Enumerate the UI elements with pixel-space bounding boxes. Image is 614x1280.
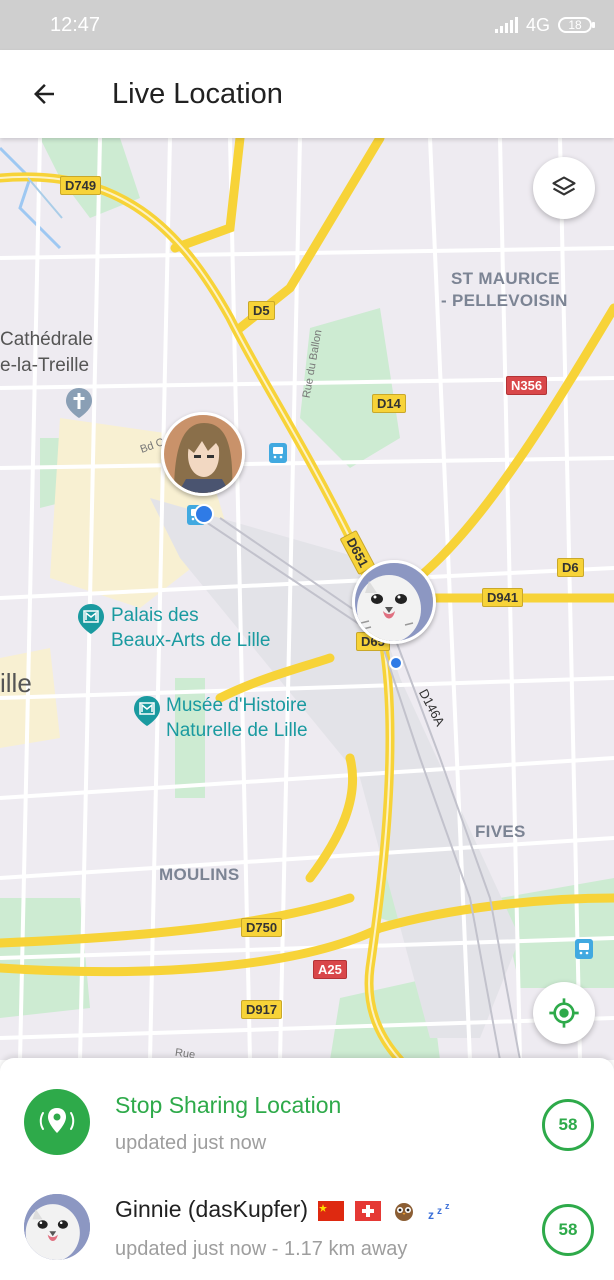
road-label-a25: A25 [313,960,347,979]
stop-sharing-title[interactable]: Stop Sharing Location [115,1092,341,1119]
road-label-n356: N356 [506,376,548,395]
road-label-d749: D749 [60,176,102,195]
road-label-d941: D941 [482,588,524,607]
district-fives: FIVES [475,822,526,841]
road-label-d6: D6 [557,558,584,577]
avatar-marker-anime[interactable] [161,412,245,496]
zzz-icon: z z z [428,1201,450,1221]
owl-avatar [24,1194,90,1260]
map-layers-button[interactable] [533,157,595,219]
poi-musee-line2[interactable]: Naturelle de Lille [166,718,308,743]
train-station-icon[interactable] [574,938,594,960]
contact-name: Ginnie (dasKupfer) [115,1196,309,1222]
my-location-button[interactable] [533,982,595,1044]
church-pin-icon[interactable] [64,386,94,420]
museum-pin-icon[interactable] [132,694,162,728]
page-title: Live Location [112,77,283,110]
district-pellevoisin: - PELLEVOISIN [441,291,568,310]
contact-timer: 58 [542,1204,594,1256]
status-bar: 12:47 4G 18 [0,0,614,50]
arrow-back-icon [34,84,54,104]
location-broadcast-icon [39,1108,75,1133]
road-label-d750: D750 [241,918,283,937]
anime-avatar [164,415,242,493]
layers-icon [552,176,576,196]
avatar-marker-owl[interactable] [352,560,436,644]
status-icons: 4G 18 [494,14,595,36]
place-lille: ille [0,668,32,698]
svg-text:z: z [428,1208,434,1221]
battery-level: 18 [568,18,582,32]
district-st-maurice: ST MAURICE [451,269,560,288]
map-view[interactable]: D749 D5 D14 N356 D6 D941 D651 D65 D146A … [0,138,614,1060]
contact-row[interactable]: Ginnie (dasKupfer) z z z updated just no… [0,1176,614,1276]
road-label-d917: D917 [241,1000,283,1019]
my-location-icon [549,998,579,1028]
poi-palais-line1[interactable]: Palais des [111,603,199,628]
owl-emoji-icon [395,1202,414,1221]
signal-icon [494,17,518,33]
status-time: 12:47 [50,13,101,36]
location-dot-user-2 [389,656,403,670]
train-station-icon[interactable] [268,442,288,464]
poi-musee-line1[interactable]: Musée d'Histoire [166,693,307,718]
contact-subtitle: updated just now - 1.17 km away [115,1238,408,1260]
stop-sharing-icon [24,1089,90,1155]
owl-avatar [355,563,433,641]
stop-sharing-row[interactable]: Stop Sharing Location updated just now 5… [0,1072,614,1172]
place-cathedrale-line2: e-la-Treille [0,355,90,376]
poi-palais-line2[interactable]: Beaux-Arts de Lille [111,628,270,653]
museum-pin-icon[interactable] [76,602,106,636]
stop-sharing-timer: 58 [542,1099,594,1151]
svg-text:z: z [437,1206,442,1217]
network-type: 4G [525,14,550,35]
stop-sharing-subtitle: updated just now [115,1132,267,1154]
place-cathedrale-line1: Cathédrale [0,329,93,350]
district-moulins: MOULINS [159,865,240,884]
svg-text:z: z [445,1201,450,1211]
swiss-flag-icon [354,1200,381,1221]
contact-name-line: Ginnie (dasKupfer) z z z [115,1196,458,1223]
location-dot-user-1 [194,504,214,524]
battery-icon: 18 [558,17,595,33]
contact-avatar [24,1194,90,1260]
app-bar: Live Location [0,50,614,138]
back-button[interactable] [14,64,74,124]
bottom-sheet: Stop Sharing Location updated just now 5… [0,1058,614,1280]
road-label-d5: D5 [248,301,275,320]
road-label-d14: D14 [372,394,406,413]
china-flag-icon [318,1200,345,1221]
